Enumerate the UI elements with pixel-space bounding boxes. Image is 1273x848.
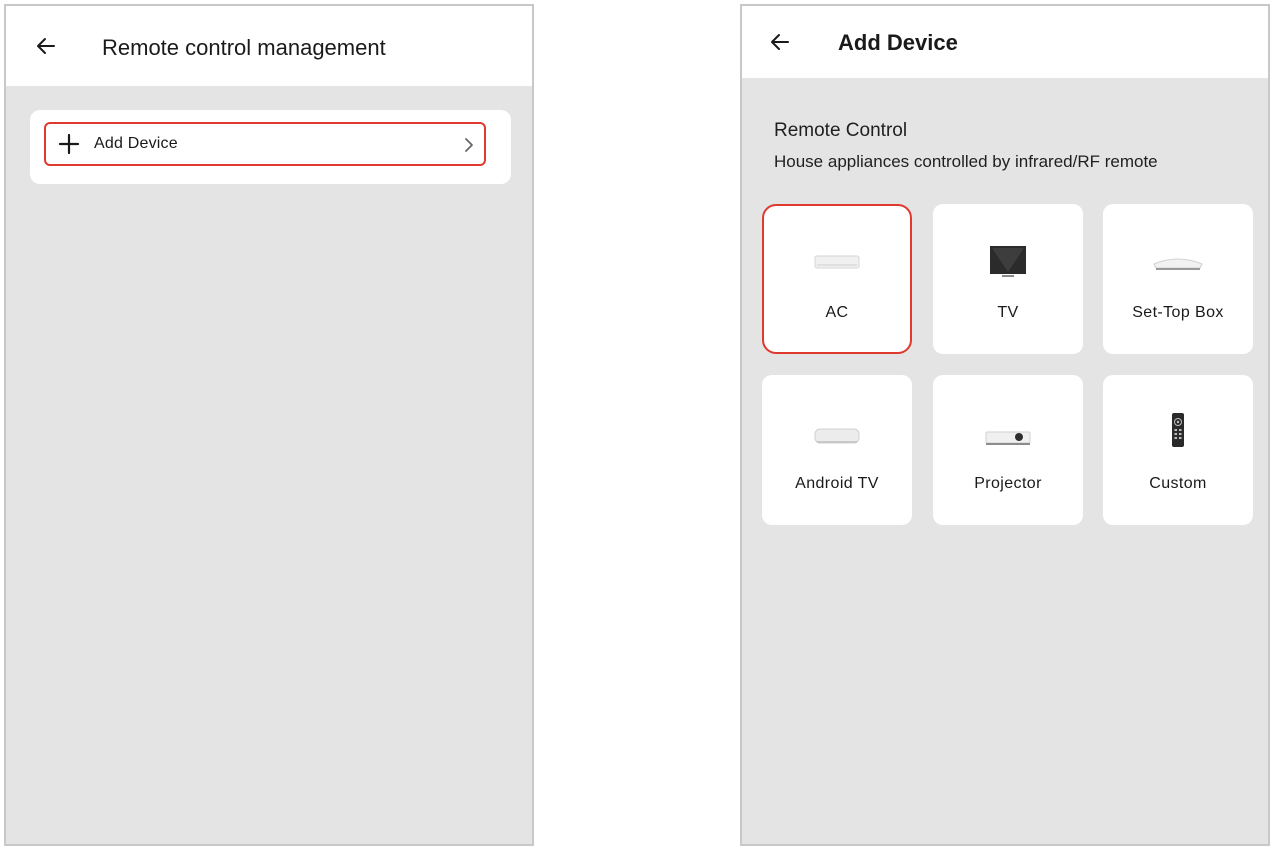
back-button[interactable] xyxy=(760,22,800,62)
remote-management-screen: Remote control management Add Device xyxy=(4,4,534,846)
section-subtitle: House appliances controlled by infrared/… xyxy=(774,152,1158,171)
device-tile-custom[interactable]: Custom xyxy=(1103,375,1253,525)
arrow-left-icon xyxy=(37,38,55,54)
arrow-left-icon xyxy=(771,34,789,50)
remote-icon xyxy=(1172,413,1184,447)
plus-icon xyxy=(58,133,80,155)
page-title: Add Device xyxy=(838,30,958,55)
device-label: Projector xyxy=(974,475,1042,492)
device-tile-ac[interactable]: AC xyxy=(762,204,912,354)
device-label: TV xyxy=(997,304,1019,321)
device-label: Custom xyxy=(1149,475,1207,492)
add-device-screen: Add Device Remote Control House applianc… xyxy=(740,4,1270,846)
page-title: Remote control management xyxy=(102,35,386,60)
device-label: Android TV xyxy=(795,475,879,492)
device-tile-set-top-box[interactable]: Set-Top Box xyxy=(1103,204,1253,354)
section-title: Remote Control xyxy=(774,120,908,141)
device-label: AC xyxy=(825,304,849,321)
device-tile-projector[interactable]: Projector xyxy=(933,375,1083,525)
add-device-button[interactable]: Add Device xyxy=(44,122,486,166)
add-device-label: Add Device xyxy=(94,135,178,152)
device-tile-android-tv[interactable]: Android TV xyxy=(762,375,912,525)
device-label: Set-Top Box xyxy=(1132,304,1224,321)
tv-icon xyxy=(990,246,1026,277)
app-bar: Remote control management xyxy=(6,6,532,86)
app-bar: Add Device xyxy=(742,6,1268,78)
device-tile-tv[interactable]: TV xyxy=(933,204,1083,354)
air-conditioner-icon xyxy=(814,255,860,269)
back-button[interactable] xyxy=(26,26,66,66)
set-top-box-icon xyxy=(1153,258,1203,270)
chevron-right-icon xyxy=(465,138,473,152)
projector-icon xyxy=(985,431,1031,445)
add-device-card: Add Device xyxy=(30,110,511,184)
android-tv-box-icon xyxy=(814,428,860,444)
